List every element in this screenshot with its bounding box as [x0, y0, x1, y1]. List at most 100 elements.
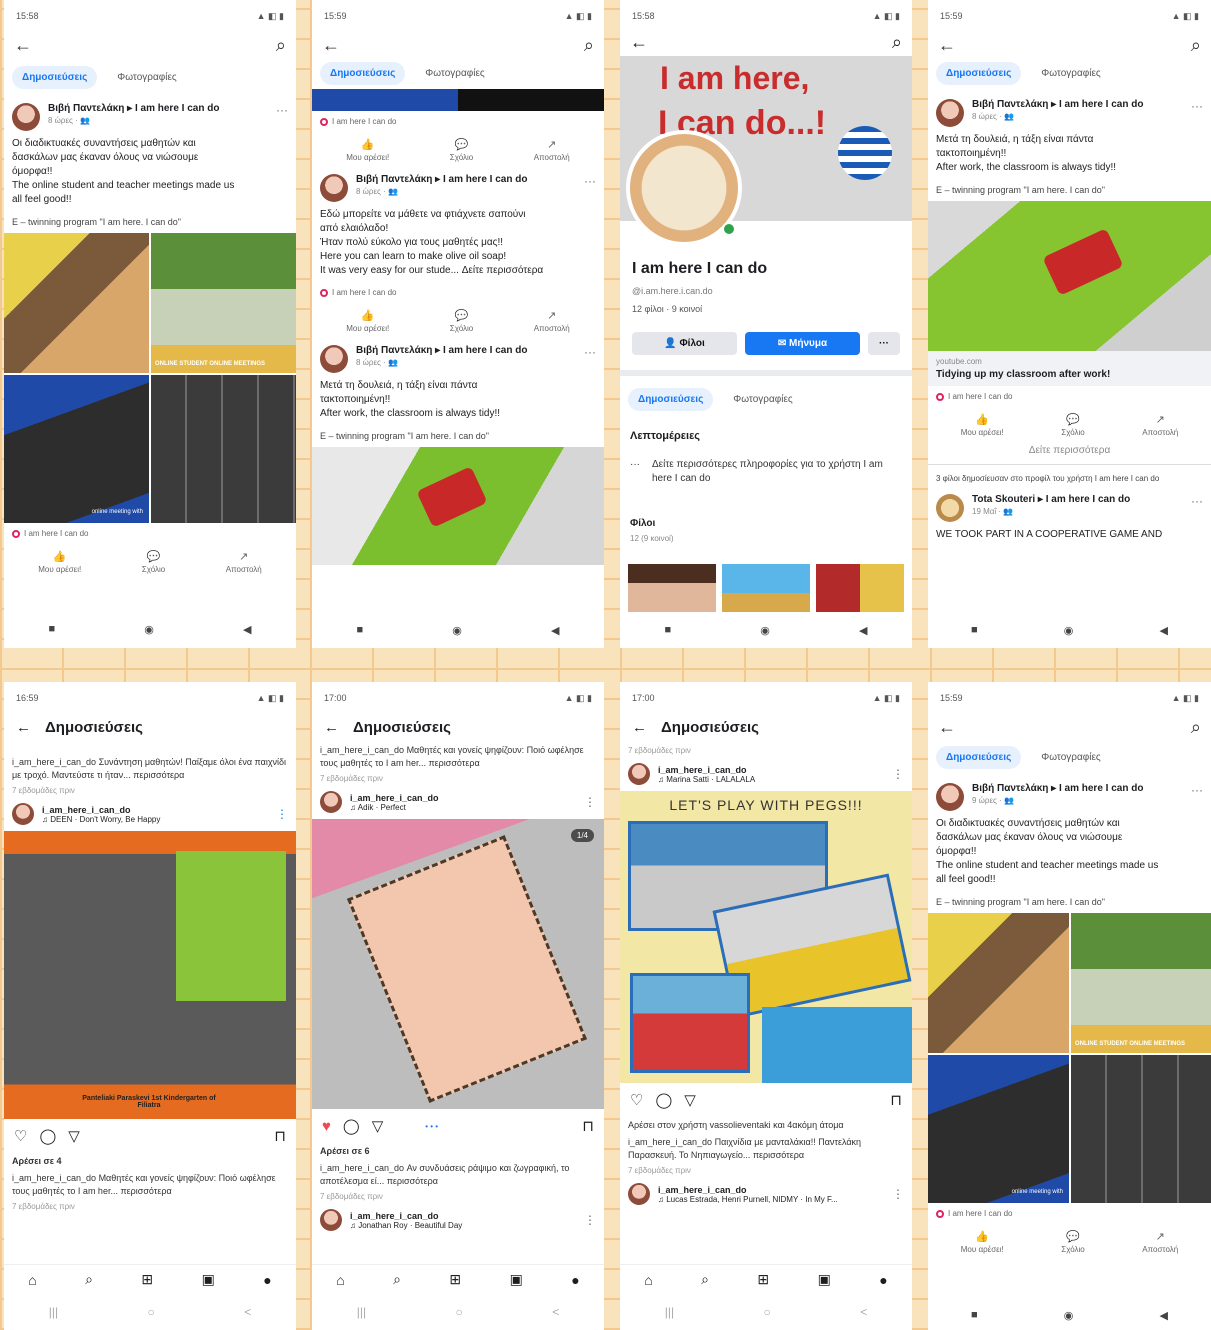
- more-icon[interactable]: ···: [584, 345, 596, 359]
- friends-button[interactable]: 👤 Φίλοι: [632, 332, 737, 355]
- back-arrow-icon[interactable]: ←: [938, 717, 956, 738]
- like-button[interactable]: 👍 Μου αρέσει!: [961, 413, 1004, 437]
- link-title[interactable]: Tidying up my classroom after work!: [936, 369, 1203, 380]
- song-label[interactable]: ♫ Lucas Estrada, Henri Purnell, NIDMY · …: [658, 1195, 838, 1204]
- recents-icon[interactable]: ■: [971, 1309, 978, 1321]
- song-label[interactable]: ♫ DEEN · Don't Worry, Be Happy: [42, 815, 160, 824]
- avatar[interactable]: [12, 803, 34, 825]
- photo-classroom[interactable]: [4, 233, 149, 373]
- back-arrow-icon[interactable]: ←: [630, 32, 648, 52]
- photo-online-meeting[interactable]: online meeting with: [4, 375, 149, 523]
- details-more-link[interactable]: ··· Δείτε περισσότερες πληροφορίες για το…: [630, 458, 898, 486]
- send-button[interactable]: ↗ Αποστολή: [534, 309, 570, 333]
- home-icon[interactable]: ◉: [452, 624, 462, 637]
- photo-online-meeting[interactable]: online meeting with: [928, 1055, 1069, 1203]
- add-post-icon[interactable]: ⊞: [757, 1271, 769, 1288]
- avatar[interactable]: [12, 103, 40, 131]
- likes-count[interactable]: Αρέσει σε 4: [4, 1153, 296, 1170]
- home-icon[interactable]: ◉: [1064, 1309, 1074, 1322]
- photo-strip[interactable]: [312, 89, 604, 111]
- bookmark-icon[interactable]: ⊓: [274, 1127, 286, 1145]
- tab-photos[interactable]: Φωτογραφίες: [1031, 62, 1110, 85]
- avatar[interactable]: [320, 791, 342, 813]
- avatar[interactable]: [936, 99, 964, 127]
- like-button[interactable]: 👍 Μου αρέσει!: [961, 1230, 1004, 1254]
- search-icon[interactable]: ⌕: [584, 35, 594, 56]
- home-icon[interactable]: ◉: [1064, 624, 1074, 637]
- back-arrow-icon[interactable]: ←: [324, 719, 339, 736]
- message-button[interactable]: ✉ Μήνυμα: [745, 332, 860, 355]
- recents-icon[interactable]: ■: [49, 623, 56, 635]
- back-icon[interactable]: <: [552, 1305, 559, 1319]
- post-image[interactable]: LET'S PLAY WITH PEGS!!!: [620, 791, 912, 1083]
- group-tag[interactable]: I am here I can do: [332, 288, 396, 297]
- search-icon[interactable]: ⌕: [85, 1271, 93, 1288]
- photo-collage-green[interactable]: ONLINE STUDENT ONLINE MEETINGS: [1071, 913, 1211, 1053]
- avatar[interactable]: [320, 1209, 342, 1231]
- post-author[interactable]: Βιβή Παντελάκη ▸ I am here I can do: [48, 103, 219, 114]
- friend-thumb[interactable]: [816, 564, 904, 612]
- avatar[interactable]: [628, 763, 650, 785]
- post-image[interactable]: Panteliaki Paraskevi 1st Kindergarten of…: [4, 831, 296, 1119]
- recents-icon[interactable]: ■: [971, 624, 978, 636]
- more-icon[interactable]: ···: [1191, 494, 1203, 508]
- back-arrow-icon[interactable]: ←: [938, 35, 956, 56]
- song-label[interactable]: ♫ Marina Satti · LALALALA: [658, 775, 755, 784]
- avatar[interactable]: [628, 1183, 650, 1205]
- video-thumbnail[interactable]: [928, 201, 1211, 351]
- profile-avatar-icon[interactable]: ●: [879, 1272, 887, 1288]
- post-author[interactable]: Βιβή Παντελάκη ▸ I am here I can do: [972, 99, 1143, 110]
- back-arrow-icon[interactable]: ←: [16, 719, 31, 736]
- search-icon[interactable]: ⌕: [393, 1271, 401, 1288]
- share-icon[interactable]: ▽: [372, 1117, 384, 1135]
- recents-icon[interactable]: |||: [665, 1305, 674, 1319]
- back-icon[interactable]: ◀: [1159, 1309, 1167, 1322]
- home-button-icon[interactable]: ○: [148, 1305, 155, 1319]
- post-author[interactable]: Βιβή Παντελάκη ▸ I am here I can do: [356, 345, 527, 356]
- tab-photos[interactable]: Φωτογραφίες: [415, 62, 494, 85]
- friend-thumb[interactable]: [722, 564, 810, 612]
- post-author[interactable]: Tota Skouteri ▸ I am here I can do: [972, 494, 1130, 505]
- back-icon[interactable]: ◀: [551, 624, 559, 637]
- avatar[interactable]: [320, 174, 348, 202]
- comment-button[interactable]: 💬 Σχόλιο: [450, 138, 473, 162]
- heart-icon[interactable]: ♡: [630, 1091, 643, 1109]
- comment-icon[interactable]: ◯: [343, 1117, 360, 1135]
- more-icon[interactable]: ⋮: [892, 767, 904, 781]
- recents-icon[interactable]: |||: [49, 1305, 58, 1319]
- back-arrow-icon[interactable]: ←: [322, 35, 340, 56]
- back-icon[interactable]: <: [860, 1305, 867, 1319]
- song-label[interactable]: ♫ Jonathan Roy · Beautiful Day: [350, 1221, 462, 1230]
- more-icon[interactable]: ⋮: [892, 1187, 904, 1201]
- more-icon[interactable]: ⋮: [584, 795, 596, 809]
- home-icon[interactable]: ⌂: [336, 1272, 344, 1288]
- reels-icon[interactable]: ▣: [818, 1271, 831, 1288]
- avatar[interactable]: [936, 494, 964, 522]
- username[interactable]: i_am_here_i_can_do: [350, 793, 439, 803]
- username[interactable]: i_am_here_i_can_do: [658, 1185, 838, 1195]
- comment-button[interactable]: 💬 Σχόλιο: [1061, 413, 1084, 437]
- tab-posts[interactable]: Δημοσιεύσεις: [936, 62, 1022, 85]
- tab-posts[interactable]: Δημοσιεύσεις: [12, 66, 98, 89]
- heart-filled-icon[interactable]: ♥: [322, 1118, 331, 1135]
- username[interactable]: i_am_here_i_can_do: [42, 805, 160, 815]
- photo-video-grid[interactable]: [1071, 1055, 1211, 1203]
- song-label[interactable]: ♫ Adik · Perfect: [350, 803, 439, 812]
- more-icon[interactable]: ···: [584, 174, 596, 188]
- tab-photos[interactable]: Φωτογραφίες: [107, 66, 186, 89]
- avatar[interactable]: [936, 783, 964, 811]
- see-more-link[interactable]: Δείτε περισσότερα: [928, 441, 1211, 465]
- tab-photos[interactable]: Φωτογραφίες: [723, 388, 802, 411]
- recents-icon[interactable]: ■: [357, 624, 364, 636]
- friend-thumb[interactable]: [628, 564, 716, 612]
- comment-icon[interactable]: ◯: [655, 1091, 672, 1109]
- photo-classroom[interactable]: [928, 913, 1069, 1053]
- more-icon[interactable]: ⋮: [276, 807, 288, 821]
- profile-avatar-icon[interactable]: ●: [571, 1272, 579, 1288]
- search-icon[interactable]: ⌕: [1191, 717, 1201, 738]
- reels-icon[interactable]: ▣: [202, 1271, 215, 1288]
- comment-button[interactable]: 💬 Σχόλιο: [450, 309, 473, 333]
- more-icon[interactable]: ⋮: [584, 1213, 596, 1227]
- tab-posts[interactable]: Δημοσιεύσεις: [628, 388, 714, 411]
- home-icon[interactable]: ◉: [760, 624, 770, 637]
